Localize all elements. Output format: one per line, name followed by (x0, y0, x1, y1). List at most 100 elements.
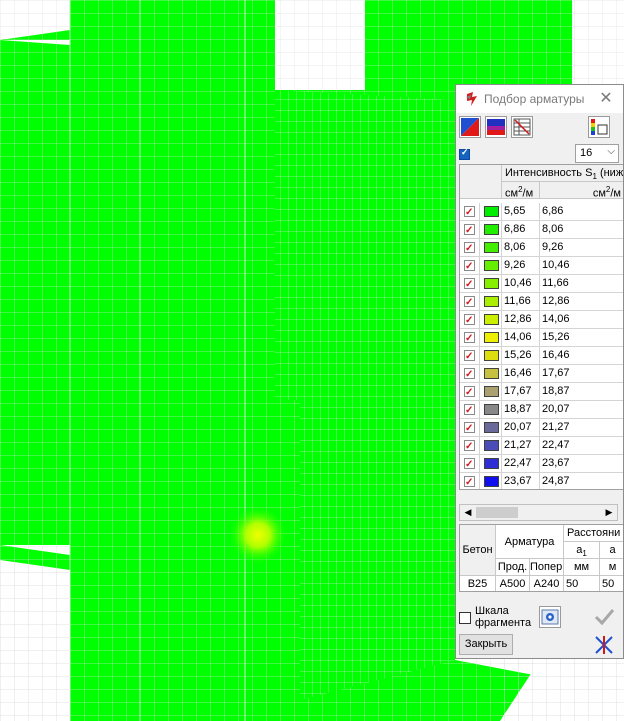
scale-row[interactable]: 9,2610,46 (460, 257, 623, 275)
scale-row[interactable]: 12,8614,06 (460, 311, 623, 329)
color-swatch[interactable] (484, 296, 499, 307)
row-checkbox-cell[interactable] (460, 347, 480, 365)
row-checkbox[interactable] (464, 366, 475, 382)
row-color-cell[interactable] (480, 293, 502, 311)
color-swatch[interactable] (484, 458, 499, 469)
row-checkbox-cell[interactable] (460, 365, 480, 383)
color-swatch[interactable] (484, 206, 499, 217)
scale-enable-checkbox[interactable] (459, 147, 470, 160)
close-button[interactable]: Закрыть (459, 634, 513, 655)
fragment-scale-checkbox[interactable] (459, 612, 471, 624)
color-swatch[interactable] (484, 476, 499, 487)
color-swatch[interactable] (484, 260, 499, 271)
color-swatch[interactable] (484, 332, 499, 343)
scale-row[interactable]: 14,0615,26 (460, 329, 623, 347)
calculate-icon[interactable] (593, 634, 615, 656)
row-checkbox[interactable] (464, 348, 475, 364)
row-checkbox-cell[interactable] (460, 401, 480, 419)
color-swatch[interactable] (484, 386, 499, 397)
scale-row[interactable]: 21,2722,47 (460, 437, 623, 455)
apply-check-icon[interactable] (591, 606, 617, 628)
row-checkbox-cell[interactable] (460, 383, 480, 401)
color-swatch[interactable] (484, 224, 499, 235)
color-swatch[interactable] (484, 350, 499, 361)
row-checkbox[interactable] (464, 330, 475, 346)
row-color-cell[interactable] (480, 311, 502, 329)
row-checkbox[interactable] (464, 312, 475, 328)
row-color-cell[interactable] (480, 473, 502, 489)
row-color-cell[interactable] (480, 275, 502, 293)
intensity-scale-table[interactable]: Интенсивность S1 (ниж см2/м см2/м 5,656,… (459, 164, 623, 490)
scale-row[interactable]: 15,2616,46 (460, 347, 623, 365)
row-checkbox[interactable] (464, 402, 475, 418)
row-color-cell[interactable] (480, 329, 502, 347)
row-checkbox[interactable] (464, 222, 475, 238)
row-checkbox-cell[interactable] (460, 455, 480, 473)
grid-table-icon[interactable] (511, 116, 533, 138)
row-checkbox[interactable] (464, 384, 475, 400)
scale-row[interactable]: 10,4611,66 (460, 275, 623, 293)
scale-row[interactable]: 16,4617,67 (460, 365, 623, 383)
color-swatch[interactable] (484, 242, 499, 253)
row-checkbox[interactable] (464, 420, 475, 436)
row-checkbox-cell[interactable] (460, 329, 480, 347)
row-checkbox[interactable] (464, 474, 475, 489)
row-checkbox[interactable] (464, 294, 475, 310)
row-checkbox[interactable] (464, 276, 475, 292)
row-color-cell[interactable] (480, 455, 502, 473)
color-scale-blue-icon[interactable] (485, 116, 507, 138)
row-checkbox[interactable] (464, 438, 475, 454)
row-color-cell[interactable] (480, 221, 502, 239)
value-a1[interactable]: 50 (564, 576, 600, 591)
scale-row[interactable]: 5,656,86 (460, 203, 623, 221)
row-checkbox[interactable] (464, 240, 475, 256)
scale-row[interactable]: 22,4723,67 (460, 455, 623, 473)
scroll-thumb[interactable] (476, 507, 518, 518)
scale-row[interactable]: 18,8720,07 (460, 401, 623, 419)
row-color-cell[interactable] (480, 365, 502, 383)
row-checkbox[interactable] (464, 204, 475, 220)
row-color-cell[interactable] (480, 347, 502, 365)
row-color-cell[interactable] (480, 437, 502, 455)
row-color-cell[interactable] (480, 203, 502, 221)
value-longitudinal[interactable]: A500 (496, 576, 530, 591)
color-swatch[interactable] (484, 440, 499, 451)
scale-row[interactable]: 17,6718,87 (460, 383, 623, 401)
row-checkbox-cell[interactable] (460, 257, 480, 275)
row-checkbox[interactable] (464, 456, 475, 472)
scroll-left-icon[interactable]: ◀ (461, 506, 475, 519)
color-swatch[interactable] (484, 278, 499, 289)
fragment-settings-icon[interactable] (539, 606, 561, 628)
row-color-cell[interactable] (480, 401, 502, 419)
color-swatch[interactable] (484, 314, 499, 325)
row-color-cell[interactable] (480, 419, 502, 437)
row-checkbox-cell[interactable] (460, 311, 480, 329)
scale-row[interactable]: 23,6724,87 (460, 473, 623, 489)
scale-row[interactable]: 11,6612,86 (460, 293, 623, 311)
row-color-cell[interactable] (480, 257, 502, 275)
scale-row[interactable]: 8,069,26 (460, 239, 623, 257)
value-transverse[interactable]: A240 (530, 576, 564, 591)
row-checkbox-cell[interactable] (460, 293, 480, 311)
row-checkbox-cell[interactable] (460, 239, 480, 257)
value-a2[interactable]: 50 (600, 576, 623, 591)
row-color-cell[interactable] (480, 239, 502, 257)
scale-row[interactable]: 20,0721,27 (460, 419, 623, 437)
color-swatch[interactable] (484, 422, 499, 433)
scale-row[interactable]: 6,868,06 (460, 221, 623, 239)
color-swatch[interactable] (484, 404, 499, 415)
close-icon[interactable]: ✕ (596, 89, 616, 109)
row-checkbox-cell[interactable] (460, 275, 480, 293)
palette-settings-icon[interactable] (588, 116, 610, 138)
row-checkbox-cell[interactable] (460, 473, 480, 489)
scroll-right-icon[interactable]: ▶ (602, 506, 616, 519)
horizontal-scrollbar[interactable]: ◀ ▶ (459, 504, 618, 521)
row-checkbox-cell[interactable] (460, 221, 480, 239)
row-checkbox[interactable] (464, 258, 475, 274)
row-checkbox-cell[interactable] (460, 203, 480, 221)
row-checkbox-cell[interactable] (460, 437, 480, 455)
color-scale-icon[interactable] (459, 116, 481, 138)
rebar-parameters-table[interactable]: Бетон Арматура Расстояни a1 a Прод. Попе… (459, 524, 623, 592)
scale-count-select[interactable]: 16 ⌵ (575, 144, 619, 163)
value-concrete[interactable]: B25 (460, 576, 496, 591)
